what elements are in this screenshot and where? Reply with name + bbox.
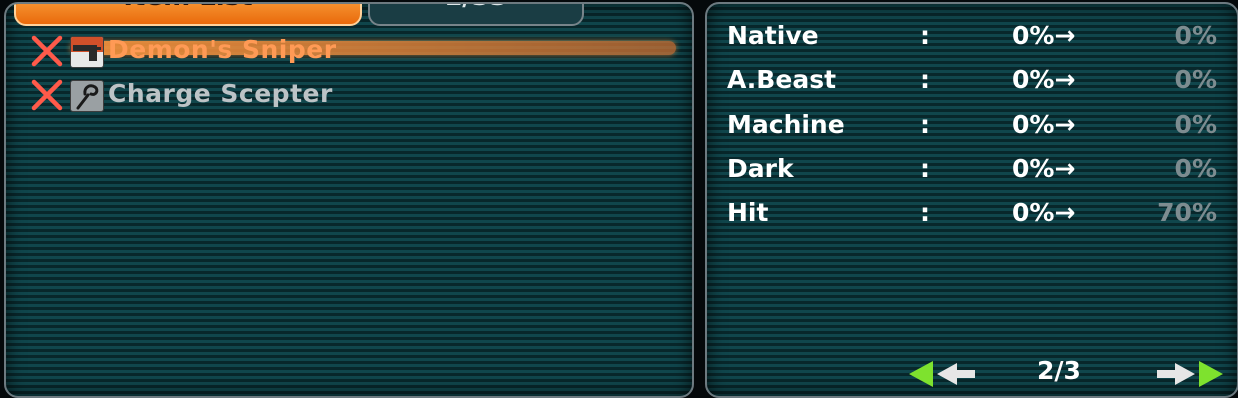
- stat-row-hit: Hit : 0%→ 70%: [727, 198, 1227, 232]
- item-stats-panel: Native : 0%→ 0% A.Beast : 0%→ 0% Machine…: [705, 2, 1238, 398]
- tab-item-count[interactable]: 1/33: [368, 4, 584, 26]
- stat-current: 0%→: [1012, 65, 1076, 94]
- stat-colon: :: [920, 21, 930, 50]
- scepter-icon: [70, 80, 104, 112]
- stat-name: Native: [727, 21, 819, 50]
- stat-current: 0%→: [1012, 154, 1076, 183]
- stat-next: 0%: [1174, 21, 1217, 50]
- stat-current: 0%→: [1012, 21, 1076, 50]
- stat-colon: :: [920, 198, 930, 227]
- stat-row-native: Native : 0%→ 0%: [727, 21, 1227, 55]
- cross-icon: [31, 79, 63, 111]
- item-name: Demon's Sniper: [108, 35, 337, 64]
- item-list-panel: Item List 1/33 Demon's Sniper Charge Sce…: [4, 2, 694, 398]
- stat-name: Hit: [727, 198, 769, 227]
- cross-icon: [31, 35, 63, 67]
- stat-current: 0%→: [1012, 198, 1076, 227]
- stat-next: 0%: [1174, 110, 1217, 139]
- list-item-charge-scepter[interactable]: Charge Scepter: [30, 78, 680, 112]
- tab-item-list-label: Item List: [16, 4, 360, 10]
- stat-name: Machine: [727, 110, 845, 139]
- stat-name: Dark: [727, 154, 794, 183]
- list-item-demons-sniper[interactable]: Demon's Sniper: [30, 34, 680, 68]
- stat-row-dark: Dark : 0%→ 0%: [727, 154, 1227, 188]
- tab-item-count-label: 1/33: [370, 4, 582, 10]
- tab-item-list[interactable]: Item List: [14, 4, 362, 26]
- stat-name: A.Beast: [727, 65, 837, 94]
- stat-next: 0%: [1174, 154, 1217, 183]
- item-name: Charge Scepter: [108, 79, 333, 108]
- stat-next: 70%: [1157, 198, 1217, 227]
- stat-row-abeast: A.Beast : 0%→ 0%: [727, 65, 1227, 99]
- stat-colon: :: [920, 65, 930, 94]
- stat-colon: :: [920, 110, 930, 139]
- page-navigator: 2/3: [707, 356, 1237, 390]
- gun-icon: [70, 36, 104, 68]
- stat-row-machine: Machine : 0%→ 0%: [727, 110, 1227, 144]
- page-indicator: 2/3: [1037, 356, 1081, 385]
- stat-colon: :: [920, 154, 930, 183]
- arrow-right-icon[interactable]: [1155, 359, 1225, 389]
- stat-current: 0%→: [1012, 110, 1076, 139]
- stat-next: 0%: [1174, 65, 1217, 94]
- arrow-left-icon[interactable]: [907, 359, 977, 389]
